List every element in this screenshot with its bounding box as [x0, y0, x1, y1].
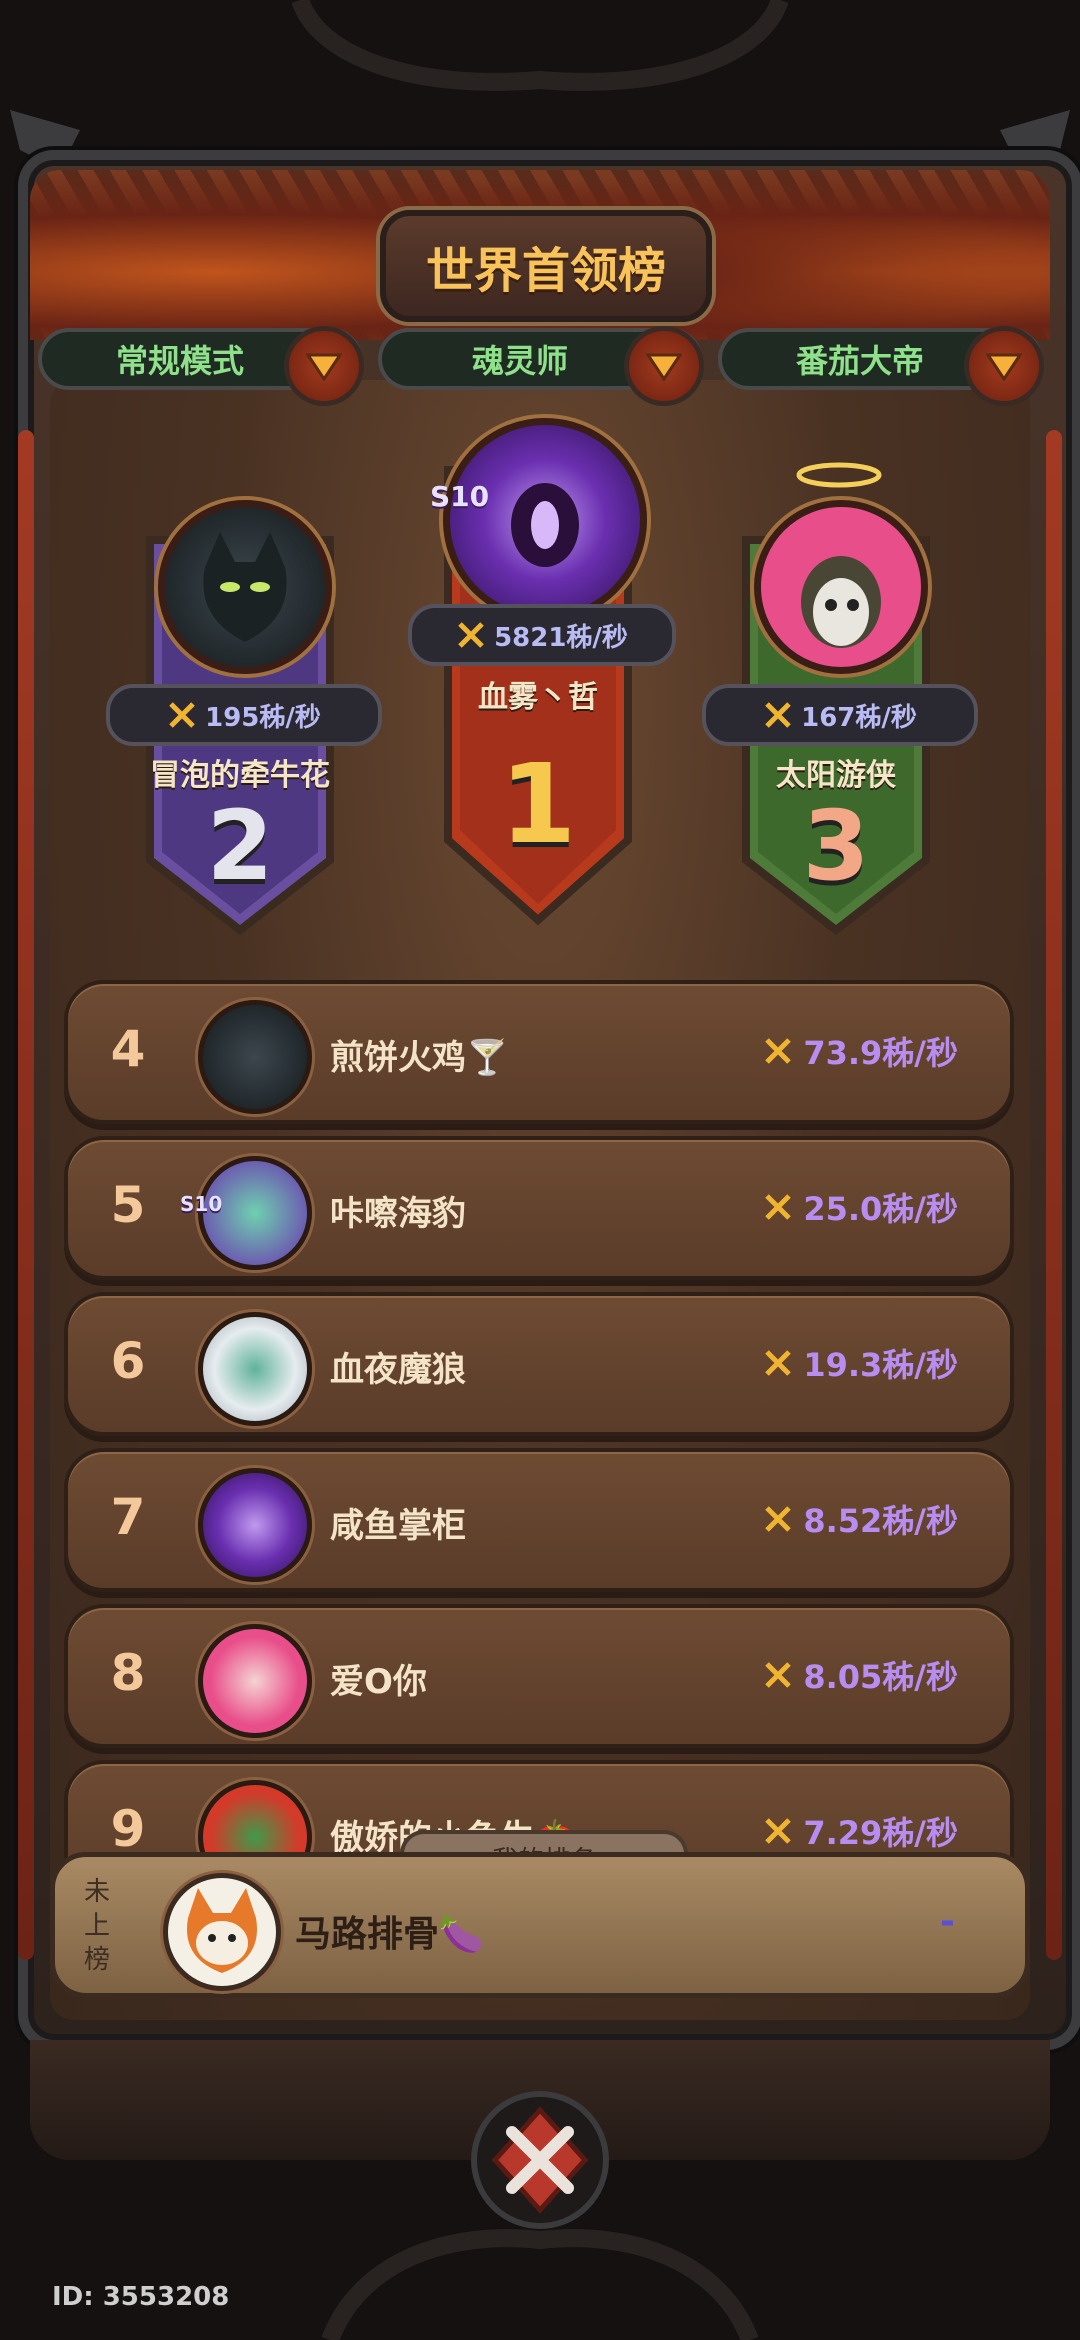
score-badge: 195秭/秒 [106, 684, 382, 746]
avatar [158, 500, 332, 674]
row-score-value: 8.52秭/秒 [803, 1502, 958, 1540]
row-rank: 7 [110, 1488, 146, 1546]
score-value: 195秭/秒 [205, 702, 321, 733]
my-name: 马路排骨🍆 [295, 1914, 484, 1955]
crossed-swords-icon [765, 1818, 792, 1844]
crossed-swords-icon [765, 1194, 792, 1220]
score-badge: 167秭/秒 [702, 684, 978, 746]
tab-mode[interactable]: 常规模式 [38, 326, 364, 406]
my-rank-card[interactable]: 未上榜 马路排骨🍆 - [50, 1852, 1030, 1998]
row-score: 73.9秭/秒 [763, 1028, 958, 1074]
crossed-swords-icon [765, 1662, 792, 1688]
row-score-value: 7.29秭/秒 [803, 1814, 958, 1852]
chevron-down-icon[interactable] [624, 326, 704, 406]
avatar [198, 1000, 312, 1114]
row-score: 25.0秭/秒 [763, 1184, 958, 1230]
row-rank: 5 [110, 1176, 146, 1234]
season-badge: S10 [180, 1192, 223, 1216]
crossed-swords-icon [765, 1506, 792, 1532]
list-item[interactable]: 6 血夜魔狼 19.3秭/秒 [64, 1292, 1014, 1436]
tab-class[interactable]: 魂灵师 [378, 326, 704, 406]
halo-icon [796, 462, 882, 488]
user-id: ID: 3553208 [52, 2282, 230, 2312]
row-score: 19.3秭/秒 [763, 1340, 958, 1386]
crossed-swords-icon [169, 702, 195, 728]
score-value: 5821秭/秒 [494, 622, 628, 653]
my-score: - [940, 1901, 955, 1942]
filter-tabs: 常规模式 魂灵师 番茄大帝 [38, 326, 1044, 406]
row-name: 煎饼火鸡🍸 [330, 1038, 509, 1078]
left-rail [18, 430, 34, 1960]
list-item[interactable]: 5 S10 咔嚓海豹 25.0秭/秒 [64, 1136, 1014, 1280]
avatar [163, 1873, 281, 1991]
unranked-label: 未上榜 [83, 1877, 110, 1975]
row-rank: 4 [110, 1020, 146, 1078]
crossed-swords-icon [765, 702, 791, 728]
chevron-down-icon[interactable] [284, 326, 364, 406]
player-name: 血雾丶哲 [478, 680, 598, 715]
avatar [198, 1312, 312, 1426]
crossed-swords-icon [458, 622, 484, 648]
crossed-swords-icon [765, 1038, 792, 1064]
row-name: 爱O你 [330, 1662, 427, 1702]
row-score: 8.52秭/秒 [763, 1496, 958, 1542]
rank-number: 3 [802, 790, 870, 902]
avatar [198, 1624, 312, 1738]
list-item[interactable]: 4 煎饼火鸡🍸 73.9秭/秒 [64, 980, 1014, 1124]
tab-boss[interactable]: 番茄大帝 [718, 326, 1044, 406]
player-name: 冒泡的牵牛花 [150, 758, 330, 793]
row-name: 咔嚓海豹 [330, 1194, 466, 1234]
avatar [198, 1468, 312, 1582]
score-badge: 5821秭/秒 [408, 604, 676, 666]
page-title: 世界首领榜 [380, 210, 712, 322]
row-name: 血夜魔狼 [330, 1350, 466, 1390]
row-score-value: 25.0秭/秒 [803, 1190, 958, 1228]
row-score-value: 8.05秭/秒 [803, 1658, 958, 1696]
player-name: 太阳游侠 [776, 758, 896, 793]
row-rank: 6 [110, 1332, 146, 1390]
score-value: 167秭/秒 [801, 702, 917, 733]
list-item[interactable]: 7 咸鱼掌柜 8.52秭/秒 [64, 1448, 1014, 1592]
season-badge: S10 [430, 480, 490, 513]
list-item[interactable]: 8 爱O你 8.05秭/秒 [64, 1604, 1014, 1748]
row-score: 7.29秭/秒 [763, 1808, 958, 1854]
chevron-down-icon[interactable] [964, 326, 1044, 406]
row-score: 8.05秭/秒 [763, 1652, 958, 1698]
row-rank: 9 [110, 1800, 146, 1858]
row-name: 咸鱼掌柜 [330, 1506, 466, 1546]
crossed-swords-icon [765, 1350, 792, 1376]
row-score-value: 73.9秭/秒 [803, 1034, 958, 1072]
avatar [754, 500, 928, 674]
close-icon[interactable] [470, 2090, 610, 2230]
rank-number: 1 [499, 740, 577, 868]
row-score-value: 19.3秭/秒 [803, 1346, 958, 1384]
rank-number: 2 [206, 790, 274, 902]
row-rank: 8 [110, 1644, 146, 1702]
avatar [443, 418, 647, 622]
right-rail [1046, 430, 1062, 1960]
